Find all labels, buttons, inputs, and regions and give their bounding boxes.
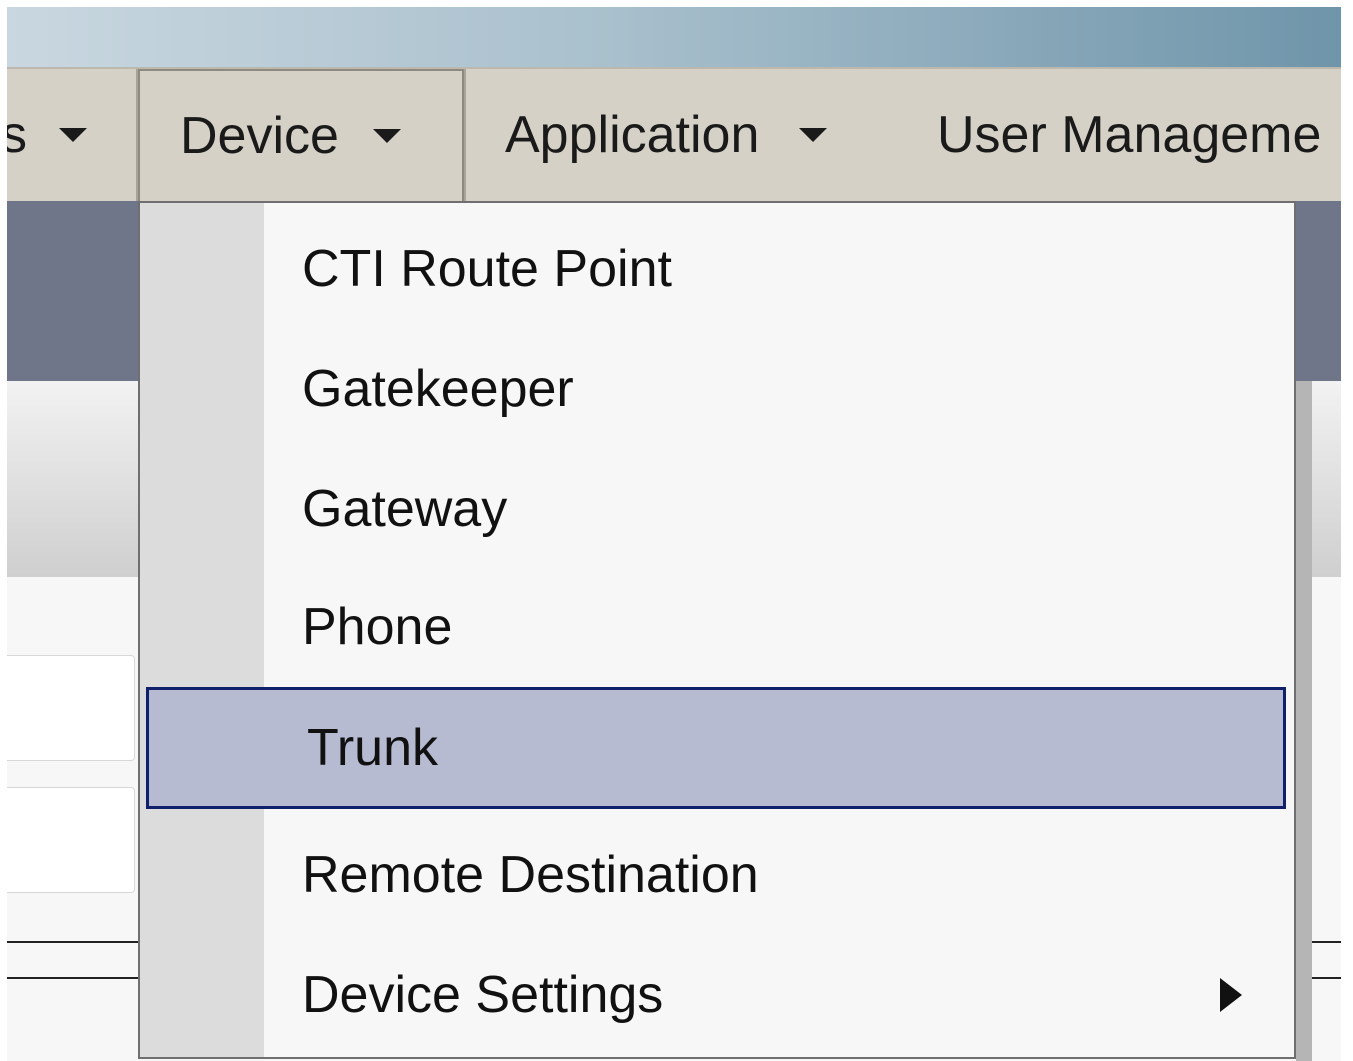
menu-item-label: Remote Destination (302, 846, 759, 904)
menu-item-label: Gateway (302, 480, 508, 538)
tab-divider (464, 69, 466, 201)
menu-tab-label: s (7, 106, 27, 164)
chevron-down-icon (372, 129, 401, 143)
app-window: s Device Application User Manageme CTI R… (7, 7, 1341, 1061)
menu-item-label: Device Settings (302, 966, 664, 1024)
menu-tab-partial[interactable]: s (7, 69, 132, 201)
menu-tab-label: Device (180, 107, 339, 165)
input-field[interactable] (7, 655, 135, 761)
submenu-arrow-icon (1220, 978, 1242, 1012)
chevron-down-icon (59, 128, 87, 142)
menu-item-gatekeeper[interactable]: Gatekeeper (140, 329, 1294, 449)
menu-item-phone[interactable]: Phone (140, 567, 1294, 687)
divider-line (7, 977, 138, 979)
chevron-down-icon (799, 128, 828, 142)
menu-item-label: Trunk (307, 719, 438, 777)
title-banner (7, 7, 1341, 67)
menu-tab-device[interactable]: Device (138, 69, 464, 201)
menu-tab-user-management[interactable]: User Manageme (937, 69, 1341, 201)
device-dropdown-menu: CTI Route Point Gatekeeper Gateway Phone… (138, 201, 1296, 1059)
menu-item-label: Phone (302, 598, 453, 656)
menu-tab-label: Application (505, 106, 760, 164)
input-field[interactable] (7, 787, 135, 893)
main-menubar: s Device Application User Manageme (7, 67, 1341, 201)
menu-item-gateway[interactable]: Gateway (140, 449, 1294, 569)
divider-line (7, 941, 138, 943)
menu-item-trunk[interactable]: Trunk (146, 687, 1286, 809)
menu-tab-application[interactable]: Application (505, 69, 905, 201)
menu-item-remote-destination[interactable]: Remote Destination (140, 815, 1294, 935)
menu-item-cti-route-point[interactable]: CTI Route Point (140, 209, 1294, 329)
menu-item-device-settings[interactable]: Device Settings (140, 935, 1294, 1055)
dropdown-shadow (1296, 381, 1312, 1061)
menu-item-label: Gatekeeper (302, 360, 574, 418)
menu-tab-label: User Manageme (937, 106, 1322, 164)
menu-item-label: CTI Route Point (302, 240, 672, 298)
